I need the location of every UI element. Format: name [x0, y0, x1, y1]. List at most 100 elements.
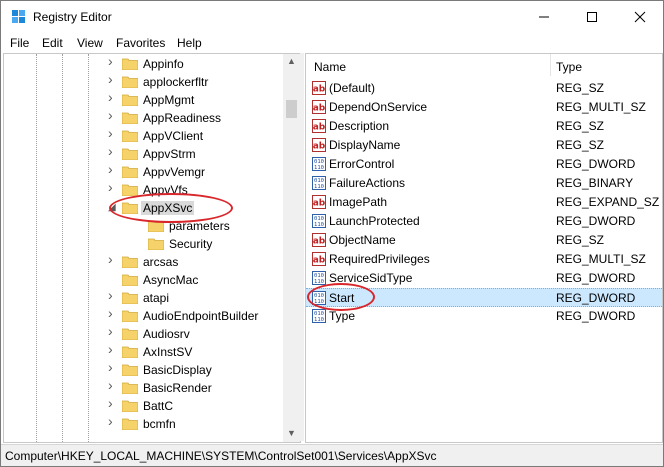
chevron-right-icon[interactable]: ›	[108, 180, 118, 194]
value-row-displayname[interactable]: ab DisplayName REG_SZ	[306, 136, 662, 155]
tree-item-basicrender[interactable]: › BasicRender	[4, 378, 282, 397]
scrollbar-thumb[interactable]	[286, 100, 297, 118]
key-tree-pane[interactable]: › Appinfo › applockerfltr › AppMgmt › AppReadin…	[3, 53, 301, 443]
tree-item-appvstrm[interactable]: › AppvStrm	[4, 144, 282, 163]
chevron-right-icon[interactable]: ›	[108, 360, 118, 374]
column-divider[interactable]	[550, 54, 551, 76]
folder-icon	[148, 238, 164, 250]
tree-item-bcmfn[interactable]: › bcmfn	[4, 414, 282, 433]
chevron-right-icon[interactable]: ›	[108, 54, 118, 68]
minimize-icon	[539, 16, 549, 18]
tree-item-axinstsv[interactable]: › AxInstSV	[4, 342, 282, 361]
tree-item-arcsas[interactable]: › arcsas	[4, 252, 282, 271]
maximize-icon	[587, 12, 597, 22]
value-row-objectname[interactable]: ab ObjectName REG_SZ	[306, 231, 662, 250]
value-row-description[interactable]: ab Description REG_SZ	[306, 117, 662, 136]
menu-view[interactable]: View	[77, 36, 103, 50]
tree-item-asyncmac[interactable]: AsyncMac	[4, 271, 282, 289]
value-row-failureactions[interactable]: 010 110 FailureActions REG_BINARY	[306, 174, 662, 193]
menu-file[interactable]: File	[10, 36, 29, 50]
tree-item-label: AppMgmt	[143, 93, 195, 107]
tree-item-appvclient[interactable]: › AppVClient	[4, 126, 282, 145]
folder-icon	[122, 76, 138, 88]
value-name: ImagePath	[329, 195, 388, 209]
svg-text:ab: ab	[313, 123, 326, 133]
value-name: DependOnService	[329, 100, 428, 114]
tree-item-label: BasicDisplay	[143, 363, 212, 377]
highlight-circle-start	[307, 283, 375, 311]
binary-value-icon: 010110	[312, 271, 326, 285]
menu-favorites[interactable]: Favorites	[116, 36, 165, 50]
value-row-default[interactable]: ab (Default) REG_SZ	[306, 79, 662, 98]
menu-bar: File Edit View Favorites Help	[1, 33, 663, 53]
maximize-button[interactable]	[569, 1, 615, 33]
column-header-type[interactable]: Type	[556, 60, 582, 74]
chevron-right-icon[interactable]: ›	[108, 342, 118, 356]
value-type: REG_SZ	[556, 138, 605, 152]
tree-item-applockerfltr[interactable]: › applockerfltr	[4, 72, 282, 91]
value-row-imagepath[interactable]: ab ImagePath REG_EXPAND_SZ	[306, 193, 662, 212]
tree-item-audioendpointbuilder[interactable]: › AudioEndpointBuilder	[4, 306, 282, 325]
chevron-right-icon[interactable]: ›	[108, 324, 118, 338]
scroll-down-icon[interactable]: ▼	[287, 428, 296, 438]
value-row-requiredprivileges[interactable]: ab RequiredPrivileges REG_MULTI_SZ	[306, 250, 662, 269]
title-bar[interactable]: Registry Editor	[1, 1, 663, 33]
tree-item-appmgmt[interactable]: › AppMgmt	[4, 90, 282, 109]
values-list-pane[interactable]: Name Type ab (Default) REG_SZ ab DependOnSer…	[305, 53, 663, 443]
chevron-right-icon[interactable]: ›	[108, 126, 118, 140]
folder-icon	[122, 364, 138, 376]
binary-value-icon: 010110	[312, 157, 326, 171]
folder-icon	[122, 418, 138, 430]
pane-splitter[interactable]	[300, 53, 304, 441]
string-value-icon: ab	[312, 119, 326, 133]
chevron-right-icon[interactable]: ›	[108, 378, 118, 392]
value-name: LaunchProtected	[329, 214, 420, 228]
chevron-right-icon[interactable]: ›	[108, 162, 118, 176]
column-header-name[interactable]: Name	[314, 60, 346, 74]
tree-item-appinfo[interactable]: › Appinfo	[4, 54, 282, 73]
tree-item-appvvemgr[interactable]: › AppvVemgr	[4, 162, 282, 181]
chevron-right-icon[interactable]: ›	[108, 144, 118, 158]
menu-edit[interactable]: Edit	[42, 36, 63, 50]
string-value-icon: ab	[312, 100, 326, 114]
svg-text:ab: ab	[313, 85, 326, 95]
chevron-right-icon[interactable]: ›	[108, 288, 118, 302]
chevron-right-icon[interactable]: ›	[108, 108, 118, 122]
folder-icon	[122, 400, 138, 412]
tree-item-battc[interactable]: › BattC	[4, 396, 282, 415]
chevron-right-icon[interactable]: ›	[108, 90, 118, 104]
chevron-right-icon[interactable]: ›	[108, 252, 118, 266]
tree-item-appreadiness[interactable]: › AppReadiness	[4, 108, 282, 127]
folder-icon	[122, 292, 138, 304]
value-name: Description	[329, 119, 390, 133]
value-name: Type	[329, 309, 356, 323]
chevron-right-icon[interactable]: ›	[108, 396, 118, 410]
tree-item-label: AppvStrm	[143, 147, 196, 161]
folder-icon	[122, 328, 138, 340]
tree-vertical-scrollbar[interactable]: ▲ ▼	[283, 54, 300, 442]
value-name: RequiredPrivileges	[329, 252, 430, 266]
value-row-errorcontrol[interactable]: 010 110 ErrorControl REG_DWORD	[306, 155, 662, 174]
menu-help[interactable]: Help	[177, 36, 202, 50]
tree-item-atapi[interactable]: › atapi	[4, 288, 282, 307]
value-row-launchprotected[interactable]: 010 110 LaunchProtected REG_DWORD	[306, 212, 662, 231]
chevron-right-icon[interactable]: ›	[108, 72, 118, 86]
binary-value-icon: 010110	[312, 176, 326, 190]
tree-item-label: BasicRender	[143, 381, 212, 395]
registry-editor-window: Registry Editor File Edit View Favorites…	[0, 0, 664, 467]
close-button[interactable]	[617, 1, 663, 33]
value-type: REG_DWORD	[556, 157, 636, 171]
tree-item-basicdisplay[interactable]: › BasicDisplay	[4, 360, 282, 379]
chevron-right-icon[interactable]: ›	[108, 414, 118, 428]
tree-item-audiosrv[interactable]: › Audiosrv	[4, 324, 282, 343]
folder-icon	[122, 310, 138, 322]
tree-item-label: BattC	[143, 399, 174, 413]
chevron-right-icon[interactable]: ›	[108, 306, 118, 320]
svg-text:ab: ab	[313, 142, 326, 152]
tree-item-label: AxInstSV	[143, 345, 193, 359]
value-row-dependonservice[interactable]: ab DependOnService REG_MULTI_SZ	[306, 98, 662, 117]
value-row-type[interactable]: 010 110 Type REG_DWORD	[306, 307, 662, 326]
tree-item-security[interactable]: Security	[4, 235, 282, 253]
minimize-button[interactable]	[521, 1, 567, 33]
scroll-up-icon[interactable]: ▲	[287, 56, 296, 66]
